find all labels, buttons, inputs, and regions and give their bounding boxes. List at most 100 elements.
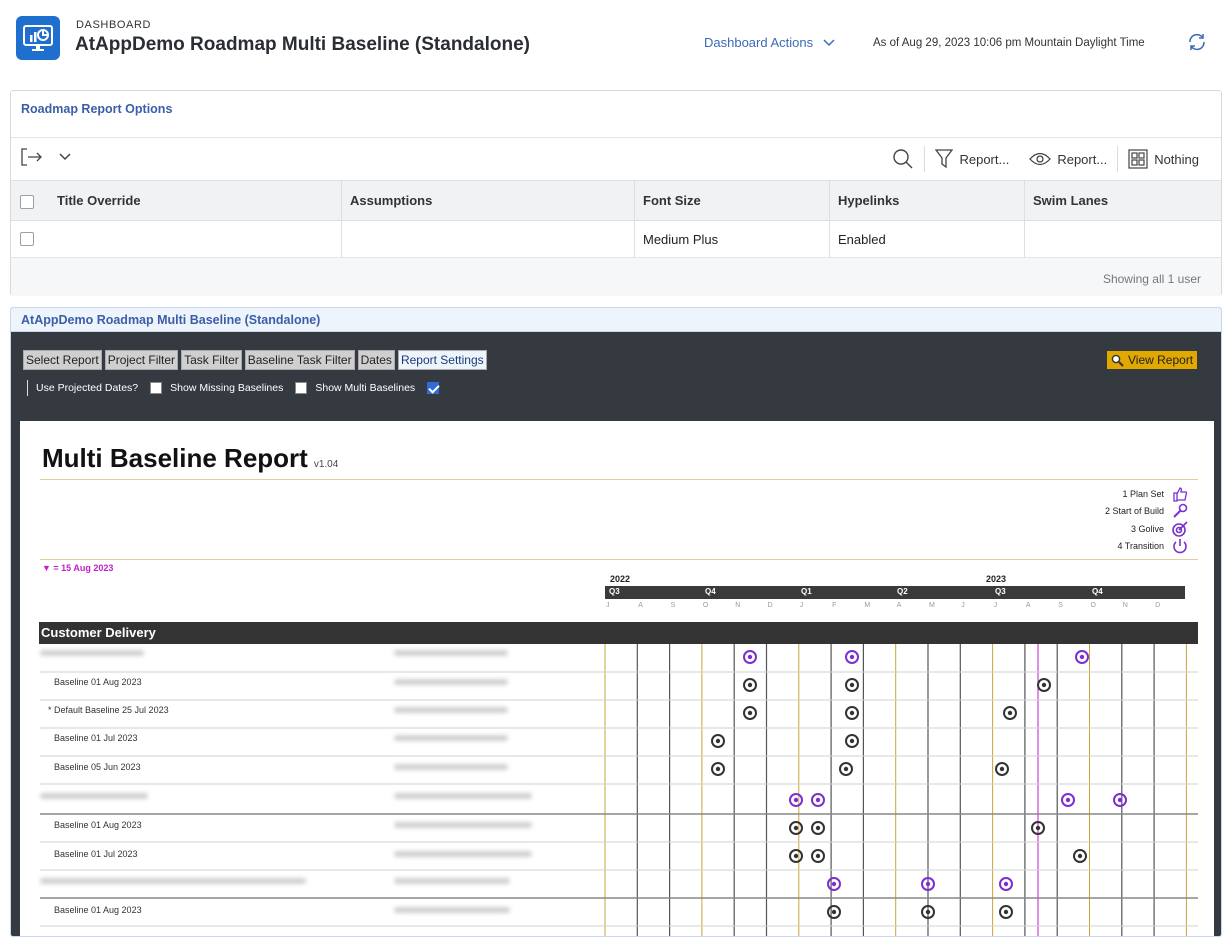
legend-item: 4 Transition	[1105, 538, 1188, 556]
month-label: S	[670, 602, 676, 609]
milestone-icon	[747, 682, 753, 688]
month-label: O	[702, 602, 709, 609]
cell-hyperlinks: Enabled	[829, 221, 1024, 257]
chevron-down-icon	[823, 38, 835, 46]
milestone-icon	[793, 797, 799, 803]
milestone-icon	[849, 654, 855, 660]
baseline-label: Baseline 01 Jul 2023	[54, 849, 138, 859]
refresh-icon[interactable]	[1186, 31, 1208, 53]
as-of-timestamp: As of Aug 29, 2023 10:06 pm Mountain Day…	[873, 37, 1145, 49]
legend-item: 3 Golive	[1105, 520, 1188, 538]
redacted-text	[394, 878, 510, 884]
column-font-size[interactable]: Font Size	[634, 181, 829, 220]
grid-icon	[1128, 149, 1148, 169]
column-hyperlinks[interactable]: Hypelinks	[829, 181, 1024, 220]
milestone-icon	[815, 797, 821, 803]
milestone-icon	[1065, 797, 1071, 803]
quarter-label: Q4	[705, 587, 716, 596]
year-label: 2023	[986, 574, 1007, 584]
select-all-checkbox[interactable]	[20, 195, 34, 209]
month-label: D	[767, 602, 773, 609]
baseline-label: Baseline 01 Aug 2023	[54, 905, 142, 915]
dashboard-actions-button[interactable]: Dashboard Actions	[704, 35, 835, 50]
milestone-icon	[815, 853, 821, 859]
chevron-down-icon[interactable]	[59, 153, 71, 161]
tab-report-settings[interactable]: Report Settings	[397, 350, 487, 370]
magnifier-icon	[1111, 354, 1124, 367]
group-button[interactable]: Nothing	[1118, 149, 1209, 169]
search-button[interactable]	[882, 148, 924, 170]
cell-swim-lanes	[1024, 221, 1222, 257]
column-title-override[interactable]: Title Override	[49, 181, 341, 220]
column-swim-lanes[interactable]: Swim Lanes	[1024, 181, 1222, 220]
tab-project-filter[interactable]: Project Filter	[104, 350, 179, 370]
month-label: N	[1122, 602, 1128, 609]
baseline-label: * Default Baseline 25 Jul 2023	[48, 705, 169, 715]
legend-item: 1 Plan Set	[1105, 485, 1188, 503]
redacted-text	[394, 735, 508, 741]
month-label: A	[1025, 602, 1031, 609]
filter-icon	[935, 149, 954, 169]
quarter-label: Q4	[1092, 587, 1103, 596]
baseline-label: Baseline 01 Aug 2023	[54, 677, 142, 687]
redacted-text	[40, 878, 306, 884]
dashboard-icon	[16, 16, 60, 60]
cell-assumptions	[341, 221, 634, 257]
legend-label: 3 Golive	[1130, 523, 1164, 534]
report-options: Use Projected Dates? Show Missing Baseli…	[27, 380, 440, 396]
baseline-label: Baseline 05 Jun 2023	[54, 762, 141, 772]
row-checkbox[interactable]	[20, 232, 34, 246]
month-label: J	[961, 602, 965, 609]
column-assumptions[interactable]: Assumptions	[341, 181, 634, 220]
milestone-icon	[815, 825, 821, 831]
target-icon	[1172, 521, 1188, 537]
baseline-label: Baseline 01 Aug 2023	[54, 820, 142, 830]
view-report-button[interactable]: View Report	[1107, 351, 1198, 369]
divider	[27, 380, 28, 396]
month-label: N	[735, 602, 741, 609]
table-row[interactable]: Medium Plus Enabled	[11, 221, 1221, 258]
legend-label: 2 Start of Build	[1104, 506, 1164, 517]
filter-button[interactable]: Report...	[925, 149, 1019, 169]
report-panel: AtAppDemo Roadmap Multi Baseline (Standa…	[10, 307, 1222, 937]
month-label: O	[1090, 602, 1096, 609]
export-icon[interactable]	[21, 148, 43, 166]
milestone-icon	[849, 682, 855, 688]
milestone-icon	[1117, 797, 1123, 803]
month-label: J	[606, 602, 610, 609]
table-footer	[11, 258, 1221, 296]
view-button[interactable]: Report...	[1019, 152, 1117, 167]
tab-baseline-task-filter[interactable]: Baseline Task Filter	[244, 350, 355, 370]
quarter-bar: Q3 Q4 Q1 Q2 Q3 Q4	[605, 586, 1185, 599]
month-label: A	[896, 602, 902, 609]
show-multi-label: Show Multi Baselines	[315, 382, 416, 394]
milestone-icon	[747, 654, 753, 660]
milestone-icon	[715, 738, 721, 744]
milestone-icon	[1035, 825, 1041, 831]
cell-font-size: Medium Plus	[634, 221, 829, 257]
milestone-icon	[1041, 682, 1047, 688]
tab-task-filter[interactable]: Task Filter	[181, 350, 242, 370]
redacted-text	[394, 793, 532, 799]
view-label: Report...	[1057, 151, 1108, 167]
use-projected-checkbox[interactable]	[150, 382, 163, 394]
redacted-text	[40, 793, 148, 799]
quarter-label: Q2	[897, 587, 908, 596]
quarter-label: Q3	[609, 587, 620, 596]
redacted-text	[394, 822, 532, 828]
report-title: Multi Baseline Report v1.04	[42, 443, 338, 474]
divider	[40, 479, 1198, 480]
year-label: 2022	[610, 574, 631, 584]
cell-title-override	[49, 221, 341, 257]
tab-select-report[interactable]: Select Report	[23, 350, 102, 370]
panel-title: AtAppDemo Roadmap Multi Baseline (Standa…	[11, 308, 1221, 332]
redacted-text	[394, 679, 508, 685]
quarter-label: Q3	[995, 587, 1006, 596]
tab-dates[interactable]: Dates	[357, 350, 395, 370]
power-icon	[1173, 539, 1187, 554]
milestone-icon	[1003, 909, 1009, 915]
show-missing-checkbox[interactable]	[295, 382, 308, 394]
month-label: S	[1058, 602, 1063, 609]
redacted-text	[394, 764, 508, 770]
show-multi-checkbox[interactable]	[427, 382, 440, 394]
